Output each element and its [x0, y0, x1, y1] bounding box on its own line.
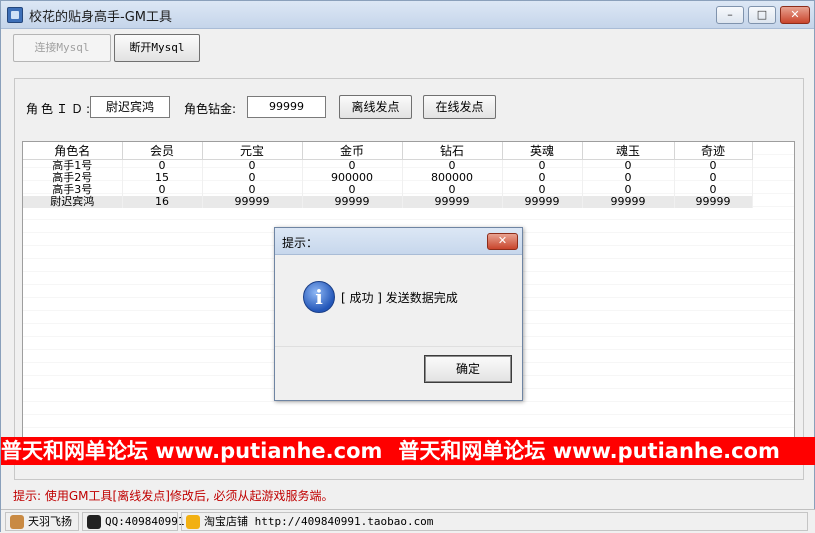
info-icon: i — [303, 281, 335, 313]
taobao-icon — [186, 515, 200, 529]
column-header[interactable]: 会员 — [122, 142, 203, 160]
offline-send-button[interactable]: 离线发点 — [339, 95, 412, 119]
minimize-button[interactable]: – — [716, 6, 744, 24]
dialog-close-button[interactable]: ✕ — [487, 233, 518, 250]
status-author-panel: 天羽飞扬 — [5, 512, 79, 531]
table-cell: 16 — [122, 196, 203, 208]
diamond-input[interactable]: 99999 — [247, 96, 326, 118]
table-cell: 99999 — [302, 196, 403, 208]
banner-text: 普天和网单论坛 www.putianhe.com — [398, 439, 780, 463]
diamond-label: 角色钻金: — [184, 102, 237, 116]
dialog-title: 提示： — [282, 236, 319, 250]
online-send-button[interactable]: 在线发点 — [423, 95, 496, 119]
column-header[interactable]: 英魂 — [502, 142, 583, 160]
table-row-selected[interactable]: 尉迟宾鸿 16 99999 99999 99999 99999 99999 99… — [23, 196, 753, 208]
column-header[interactable]: 钻石 — [402, 142, 503, 160]
status-qq-panel: QQ:409840991 — [82, 512, 184, 531]
role-id-input[interactable]: 尉迟宾鸿 — [90, 96, 170, 118]
maximize-button[interactable]: □ — [748, 6, 776, 24]
person-icon — [10, 515, 24, 529]
table-cell: 99999 — [582, 196, 675, 208]
message-dialog: 提示： ✕ i [ 成功 ] 发送数据完成 确定 — [274, 227, 523, 401]
close-button[interactable]: ✕ — [780, 6, 810, 24]
promo-banner: 普天和网单论坛 www.putianhe.com 普天和网单论坛 www.puti… — [1, 437, 815, 465]
table-cell: 99999 — [502, 196, 583, 208]
table-cell: 99999 — [202, 196, 303, 208]
hint-text: 提示: 使用GM工具[离线发点]修改后, 必须从起游戏服务端。 — [13, 489, 334, 503]
column-header[interactable]: 角色名 — [23, 142, 123, 160]
dialog-message: [ 成功 ] 发送数据完成 — [341, 291, 458, 305]
status-shop-panel[interactable]: 淘宝店铺 http://409840991.taobao.com — [181, 512, 808, 531]
dialog-title-bar: 提示： ✕ — [275, 228, 522, 255]
status-shop[interactable]: 淘宝店铺 http://409840991.taobao.com — [204, 515, 433, 528]
connect-mysql-button[interactable]: 连接Mysql — [13, 34, 111, 62]
table-row[interactable]: 高手1号 0 0 0 0 0 0 0 — [23, 159, 753, 172]
column-header[interactable]: 魂玉 — [582, 142, 675, 160]
ok-button[interactable]: 确定 — [424, 355, 512, 383]
qq-penguin-icon — [87, 515, 101, 529]
column-header[interactable]: 金币 — [302, 142, 403, 160]
dialog-divider — [275, 346, 522, 347]
role-id-label: 角色ＩＤ: — [26, 102, 94, 116]
table-cell: 尉迟宾鸿 — [23, 196, 123, 208]
title-bar: 校花的贴身高手-GM工具 – □ ✕ — [1, 1, 814, 29]
column-header[interactable]: 元宝 — [202, 142, 303, 160]
table-cell: 99999 — [674, 196, 753, 208]
table-header-row: 角色名 会员 元宝 金币 钻石 英魂 魂玉 奇迹 — [23, 142, 753, 160]
data-table: 角色名 会员 元宝 金币 钻石 英魂 魂玉 奇迹 高手1号 0 0 0 0 0 … — [23, 142, 753, 208]
window-title: 校花的贴身高手-GM工具 — [29, 10, 172, 25]
table-cell: 99999 — [402, 196, 503, 208]
status-qq: QQ:409840991 — [105, 515, 185, 528]
table-row[interactable]: 高手2号 15 0 900000 800000 0 0 0 — [23, 172, 753, 184]
app-icon — [7, 7, 23, 23]
status-bar: 天羽飞扬 QQ:409840991 淘宝店铺 http://409840991.… — [1, 509, 815, 533]
disconnect-mysql-button[interactable]: 断开Mysql — [114, 34, 200, 62]
column-header[interactable]: 奇迹 — [674, 142, 753, 160]
banner-text: 普天和网单论坛 www.putianhe.com — [1, 439, 383, 463]
status-author: 天羽飞扬 — [28, 515, 72, 528]
